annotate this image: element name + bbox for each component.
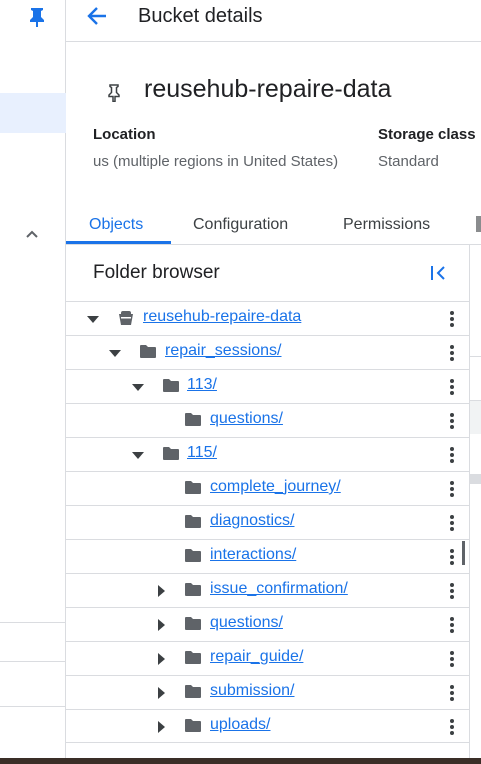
- caret-down-icon[interactable]: [131, 380, 145, 398]
- folder-browser: Folder browser reusehub-repaire-data rep…: [66, 245, 470, 764]
- caret-down-icon[interactable]: [131, 448, 145, 466]
- caret-right-icon[interactable]: [156, 652, 166, 671]
- tree-row[interactable]: reusehub-repaire-data: [66, 301, 470, 335]
- tree-row[interactable]: diagnostics/: [66, 505, 470, 539]
- tab-permissions[interactable]: Permissions: [343, 216, 430, 234]
- tree-link[interactable]: questions/: [210, 614, 283, 632]
- page-title: Bucket details: [138, 5, 263, 27]
- back-arrow-icon[interactable]: [86, 5, 108, 32]
- tree-link[interactable]: 115/: [187, 444, 217, 462]
- more-vert-icon[interactable]: [450, 480, 454, 503]
- caret-right-icon[interactable]: [156, 686, 166, 705]
- tab-objects[interactable]: Objects: [89, 216, 143, 234]
- more-vert-icon[interactable]: [450, 378, 454, 401]
- tree-link[interactable]: submission/: [210, 682, 294, 700]
- tab-configuration[interactable]: Configuration: [193, 216, 288, 234]
- folder-icon: [184, 514, 202, 534]
- tree-link[interactable]: repair_guide/: [210, 648, 303, 666]
- active-tab-indicator: [66, 241, 171, 244]
- more-vert-icon[interactable]: [450, 548, 454, 571]
- scrollbar-thumb[interactable]: [462, 541, 465, 565]
- tab-overflow[interactable]: [476, 216, 481, 232]
- more-vert-icon[interactable]: [450, 684, 454, 707]
- more-vert-icon[interactable]: [450, 412, 454, 435]
- pin-icon[interactable]: [28, 6, 46, 33]
- tree-row[interactable]: interactions/: [66, 539, 470, 573]
- more-vert-icon[interactable]: [450, 310, 454, 333]
- tree-link[interactable]: 113/: [187, 376, 217, 394]
- collapse-panel-icon[interactable]: [430, 265, 448, 286]
- more-vert-icon[interactable]: [450, 582, 454, 605]
- adjacent-panel-row: [470, 400, 481, 434]
- folder-icon: [184, 412, 202, 432]
- tree-row[interactable]: 113/: [66, 369, 470, 403]
- tree-row[interactable]: uploads/: [66, 709, 470, 743]
- nav-divider: [0, 706, 66, 707]
- folder-icon: [184, 650, 202, 670]
- more-vert-icon[interactable]: [450, 650, 454, 673]
- nav-item-active[interactable]: [0, 93, 66, 133]
- tree-row[interactable]: questions/: [66, 607, 470, 641]
- more-vert-icon[interactable]: [450, 514, 454, 537]
- folder-icon: [184, 548, 202, 568]
- folder-icon: [162, 378, 180, 398]
- adjacent-scrollbar[interactable]: [470, 474, 481, 484]
- nav-divider: [0, 622, 66, 623]
- adjacent-panel-divider: [470, 356, 481, 357]
- location-value: us (multiple regions in United States): [93, 153, 339, 170]
- tree-link[interactable]: repair_sessions/: [165, 342, 282, 360]
- page-header: Bucket details: [66, 0, 481, 42]
- tree-link[interactable]: reusehub-repaire-data: [143, 308, 301, 326]
- folder-icon: [184, 582, 202, 602]
- tree-row[interactable]: repair_guide/: [66, 641, 470, 675]
- tree-link[interactable]: interactions/: [210, 546, 296, 564]
- pin-outline-icon: [107, 84, 121, 107]
- folder-icon: [184, 480, 202, 500]
- folder-browser-title: Folder browser: [93, 262, 220, 283]
- storage-class-label: Storage class: [378, 126, 476, 143]
- tree-link[interactable]: questions/: [210, 410, 283, 428]
- more-vert-icon[interactable]: [450, 616, 454, 639]
- caret-down-icon[interactable]: [108, 346, 122, 364]
- tree-row[interactable]: submission/: [66, 675, 470, 709]
- folder-icon: [184, 616, 202, 636]
- tree-link[interactable]: issue_confirmation/: [210, 580, 348, 598]
- more-vert-icon[interactable]: [450, 718, 454, 741]
- tree-link[interactable]: diagnostics/: [210, 512, 295, 530]
- caret-right-icon[interactable]: [156, 584, 166, 603]
- bucket-icon: [117, 310, 135, 331]
- caret-right-icon[interactable]: [156, 618, 166, 637]
- tree-row[interactable]: questions/: [66, 403, 470, 437]
- tree-row[interactable]: complete_journey/: [66, 471, 470, 505]
- tree-row[interactable]: 115/: [66, 437, 470, 471]
- folder-icon: [162, 446, 180, 466]
- folder-icon: [139, 344, 157, 364]
- tree-row[interactable]: repair_sessions/: [66, 335, 470, 369]
- tree-link[interactable]: uploads/: [210, 716, 271, 734]
- folder-icon: [184, 718, 202, 738]
- left-nav-rail: [0, 0, 66, 764]
- more-vert-icon[interactable]: [450, 446, 454, 469]
- window-bottom-edge: [0, 758, 481, 764]
- nav-divider: [0, 661, 66, 662]
- caret-down-icon[interactable]: [86, 312, 100, 330]
- storage-class-value: Standard: [378, 153, 439, 170]
- tree-row[interactable]: issue_confirmation/: [66, 573, 470, 607]
- caret-right-icon[interactable]: [156, 720, 166, 739]
- tree-link[interactable]: complete_journey/: [210, 478, 341, 496]
- bucket-name: reusehub-repaire-data: [144, 75, 392, 103]
- tab-bar: Objects Configuration Permissions: [66, 206, 481, 245]
- chevron-up-icon[interactable]: [24, 226, 40, 247]
- more-vert-icon[interactable]: [450, 344, 454, 367]
- location-label: Location: [93, 126, 156, 143]
- folder-icon: [184, 684, 202, 704]
